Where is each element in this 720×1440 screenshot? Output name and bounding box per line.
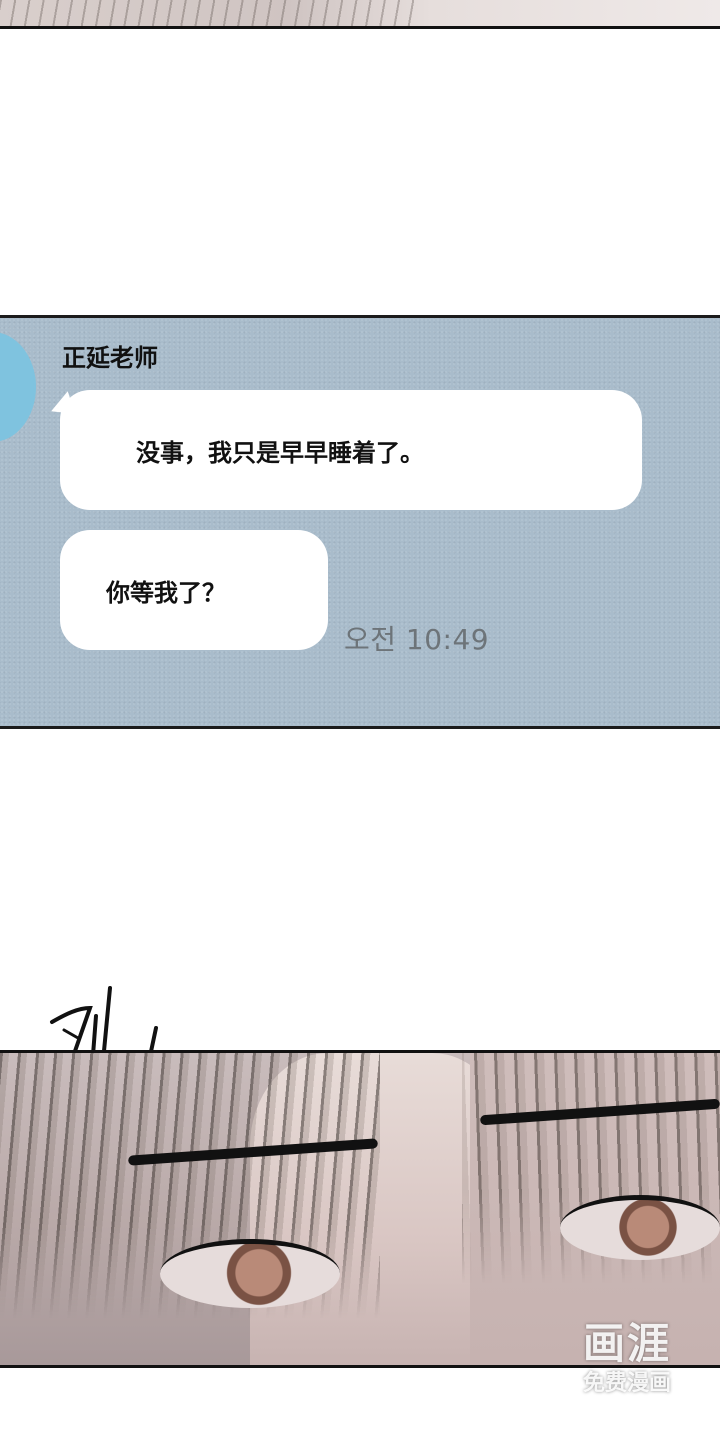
top-comic-panel-fragment [0, 0, 720, 29]
watermark-logo: 画涯 [582, 1319, 671, 1368]
message-text: 没事，我只是早早睡着了。 [136, 438, 424, 467]
message-bubble: 你等我了？ [60, 530, 328, 650]
sender-name: 正延老师 [62, 344, 158, 372]
sender-avatar [0, 332, 36, 442]
chat-panel: 正延老师 没事，我只是早早睡着了。 你等我了？ 오전 10:49 [0, 315, 720, 729]
watermark: 画涯 免费漫画 [568, 1318, 686, 1416]
message-timestamp: 오전 10:49 [344, 623, 490, 656]
right-eye [560, 1195, 720, 1260]
hair-strands-art [0, 1053, 380, 1365]
message-text: 你等我了？ [106, 578, 226, 607]
message-bubble: 没事，我只是早早睡着了。 [60, 390, 642, 510]
watermark-subtitle: 免费漫画 [582, 1371, 671, 1396]
hair-strands-art [0, 0, 420, 26]
left-eye [160, 1239, 340, 1308]
